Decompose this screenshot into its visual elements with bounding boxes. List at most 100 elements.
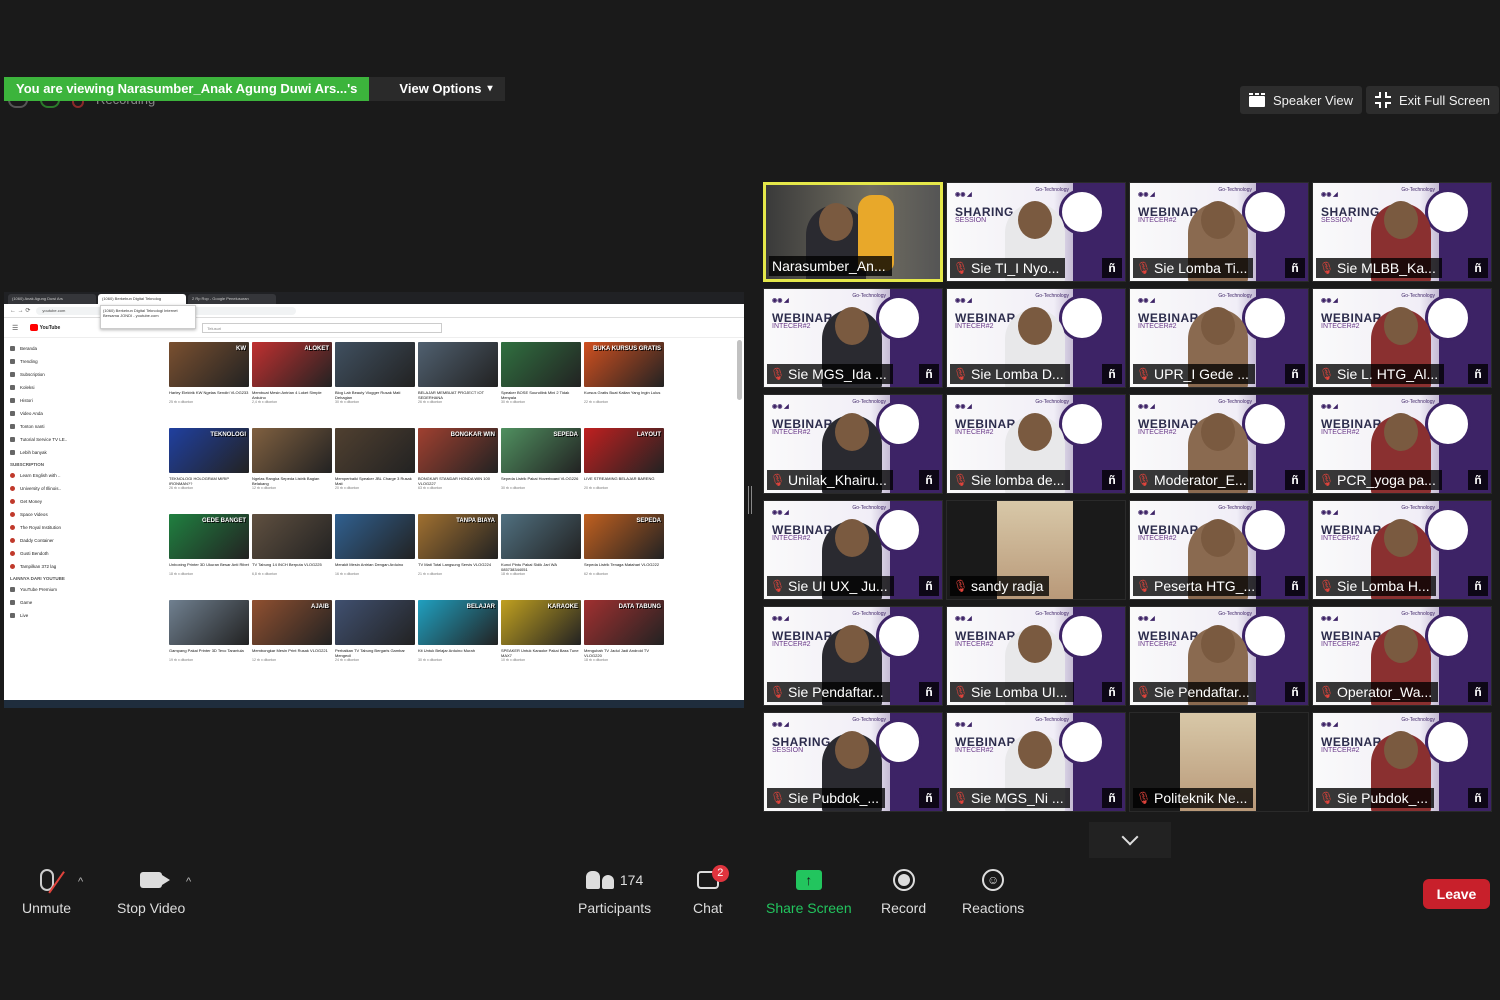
participant-tile[interactable]: ◉◉ ◢ Go-Technology SHARING SESSION 🎙︎ Sie MLB…: [1312, 182, 1492, 282]
subscription-item[interactable]: Gusti Bendoth: [10, 547, 78, 560]
video-card[interactable]: Speaker BOSE Soundlink Mini 2 Tidak Meny…: [501, 342, 581, 428]
video-thumbnail[interactable]: [501, 514, 581, 559]
participant-tile[interactable]: ◉◉ ◢ Go-Technology WEBINAR INTECER#2 🎙︎ Sie U…: [763, 500, 943, 600]
leave-button[interactable]: Leave: [1423, 879, 1490, 909]
participant-tile[interactable]: ◉◉ ◢ Go-Technology WEBINAR INTECER#2 🎙︎ Sie L…: [946, 288, 1126, 388]
video-thumbnail[interactable]: GEDE BANGET: [169, 514, 249, 559]
view-options-button[interactable]: View Options ▾: [369, 77, 505, 101]
subscription-item[interactable]: Get Money: [10, 495, 78, 508]
video-thumbnail[interactable]: BUKA KURSUS GRATIS: [584, 342, 664, 387]
video-options-caret-icon[interactable]: ^: [186, 876, 191, 888]
video-thumbnail[interactable]: TEKNOLOGI: [169, 428, 249, 473]
sidebar-item[interactable]: Subscription: [10, 368, 78, 381]
video-title[interactable]: BONGKAR STANDAR HONDA WIN 100 VLOG227: [418, 476, 498, 486]
menu-icon[interactable]: ☰: [12, 324, 18, 332]
sidebar-item[interactable]: Game: [10, 596, 78, 609]
record-button[interactable]: Record: [881, 866, 926, 916]
video-card[interactable]: BELAJAR Kit Untuk Belajar Arduino Murah 30…: [418, 600, 498, 686]
video-thumbnail[interactable]: SEPEDA: [584, 514, 664, 559]
video-card[interactable]: SEPEDA Sepeda Listrik Tenaga Matahari VLO…: [584, 514, 664, 600]
participant-tile[interactable]: ◉◉ ◢ Go-Technology WEBINAR INTECER#2 🎙︎ Sie P…: [1312, 712, 1492, 812]
video-thumbnail[interactable]: [335, 342, 415, 387]
youtube-logo[interactable]: YouTube: [30, 323, 60, 332]
video-thumbnail[interactable]: [169, 600, 249, 645]
split-divider-handle[interactable]: [748, 486, 752, 514]
video-thumbnail[interactable]: [335, 514, 415, 559]
video-card[interactable]: TV Tabung 14 INCH Berputa VLOG225 6,8 rb …: [252, 514, 332, 600]
video-card[interactable]: Merakit Mesin Antrian Dengan Arduino 16 r…: [335, 514, 415, 600]
video-card[interactable]: BUKA KURSUS GRATIS Kursus Gratis Buat Kal…: [584, 342, 664, 428]
video-title[interactable]: SPEAKER Untuk Karaoke Pakai Bass Tune MA…: [501, 648, 581, 658]
video-title[interactable]: LIVE STREAMING BELAJAR BARENG: [584, 476, 664, 486]
video-card[interactable]: GEDE BANGET Unboxing Printer 3D Ukuran Be…: [169, 514, 249, 600]
video-title[interactable]: Sepeda Listrik Pakai Hoverboard VLOG226: [501, 476, 581, 486]
video-thumbnail[interactable]: TANPA BIAYA: [418, 514, 498, 559]
video-card[interactable]: Perbaikan TV Tabung Bergaris Gambar Meng…: [335, 600, 415, 686]
reactions-button[interactable]: ☺ Reactions: [962, 866, 1024, 916]
video-card[interactable]: DATA TABUNG Mengubah TV Jadul Jadi Androi…: [584, 600, 664, 686]
video-thumbnail[interactable]: LAYOUT: [584, 428, 664, 473]
participants-button[interactable]: 174 Participants: [578, 866, 651, 916]
participant-tile[interactable]: ◉◉ ◢ Go-Technology WEBINAR INTECER#2 🎙︎ PCR_y…: [1312, 394, 1492, 494]
participant-tile[interactable]: ◉◉ ◢ Go-Technology SHARING SESSION 🎙︎ Sie TI_…: [946, 182, 1126, 282]
video-thumbnail[interactable]: [501, 342, 581, 387]
video-card[interactable]: BELAJAR MEMBUAT PROJECT IOT SEDERHANA 26 …: [418, 342, 498, 428]
browser-tab[interactable]: (1060) Anak Agung Duwi Ars: [8, 294, 96, 304]
participant-tile[interactable]: 🎙︎ Politeknik Ne...: [1129, 712, 1309, 812]
scrollbar[interactable]: [737, 340, 742, 400]
participant-tile[interactable]: ◉◉ ◢ Go-Technology WEBINAR INTECER#2 🎙︎ Unila…: [763, 394, 943, 494]
speaker-view-button[interactable]: Speaker View: [1240, 86, 1362, 114]
video-thumbnail[interactable]: ALOKET: [252, 342, 332, 387]
participant-tile[interactable]: ◉◉ ◢ Go-Technology WEBINAR INTECER#2 🎙︎ Sie L…: [1312, 288, 1492, 388]
video-thumbnail[interactable]: KARAOKE: [501, 600, 581, 645]
participant-tile[interactable]: ◉◉ ◢ Go-Technology WEBINAR INTECER#2 🎙︎ Sie P…: [1129, 606, 1309, 706]
video-thumbnail[interactable]: [252, 428, 332, 473]
video-card[interactable]: Kunci Pintu Pakai Sidik Jari WA 08573834…: [501, 514, 581, 600]
video-card[interactable]: Ngelas Rangka Sepeda Listrik Bagian Bela…: [252, 428, 332, 514]
video-thumbnail[interactable]: [335, 600, 415, 645]
video-title[interactable]: Sepeda Listrik Tenaga Matahari VLOG222: [584, 562, 664, 572]
exit-full-screen-button[interactable]: Exit Full Screen: [1366, 86, 1500, 114]
browser-tab[interactable]: 2 Rp Rcp - Google Penelusuran: [188, 294, 276, 304]
youtube-search-input[interactable]: Telusuri: [202, 322, 443, 333]
video-title[interactable]: Harley Elektrik KW Ngelas Sendiri VLOG23…: [169, 390, 249, 400]
video-thumbnail[interactable]: DATA TABUNG: [584, 600, 664, 645]
sidebar-item[interactable]: Video Anda: [10, 407, 78, 420]
video-thumbnail[interactable]: SEPEDA: [501, 428, 581, 473]
video-thumbnail[interactable]: BELAJAR: [418, 600, 498, 645]
gallery-next-page-button[interactable]: [1089, 822, 1171, 858]
participant-tile[interactable]: ◉◉ ◢ Go-Technology WEBINAR INTECER#2 🎙︎ Sie P…: [763, 606, 943, 706]
unmute-button[interactable]: Unmute: [22, 866, 71, 916]
video-card[interactable]: LAYOUT LIVE STREAMING BELAJAR BARENG 20 rb…: [584, 428, 664, 514]
video-title[interactable]: Ngelas Rangka Sepeda Listrik Bagian Bela…: [252, 476, 332, 486]
video-card[interactable]: TEKNOLOGI TEKNOLOGI HOLOGRAM MIRIP IRONMA…: [169, 428, 249, 514]
video-card[interactable]: TANPA BIAYA TV Mati Total Langsung Servis…: [418, 514, 498, 600]
sidebar-item[interactable]: Lebih banyak: [10, 446, 78, 459]
video-card[interactable]: SEPEDA Sepeda Listrik Pakai Hoverboard VL…: [501, 428, 581, 514]
video-title[interactable]: Kunci Pintu Pakai Sidik Jari WA 08573834…: [501, 562, 581, 572]
video-card[interactable]: KARAOKE SPEAKER Untuk Karaoke Pakai Bass …: [501, 600, 581, 686]
subscription-item[interactable]: Space Videos: [10, 508, 78, 521]
share-screen-button[interactable]: ↑ Share Screen: [766, 866, 852, 916]
participant-tile[interactable]: ◉◉ ◢ Go-Technology WEBINAR INTECER#2 🎙︎ Sie l…: [946, 394, 1126, 494]
participant-tile[interactable]: ◉◉ ◢ Go-Technology WEBINAR INTECER#2 🎙︎ Sie L…: [946, 606, 1126, 706]
participant-tile[interactable]: ◉◉ ◢ Go-Technology SHARING SESSION 🎙︎ Sie Pub…: [763, 712, 943, 812]
video-title[interactable]: Memperbaiki Speaker JBL Charge 3 Rusak M…: [335, 476, 415, 486]
video-title[interactable]: Mengubah TV Jadul Jadi Android TV VLOG22…: [584, 648, 664, 658]
sidebar-item[interactable]: Koleksi: [10, 381, 78, 394]
sidebar-item[interactable]: Tutorial Service TV LE..: [10, 433, 78, 446]
video-title[interactable]: TEKNOLOGI HOLOGRAM MIRIP IRONMAN??: [169, 476, 249, 486]
video-title[interactable]: Kit Untuk Belajar Arduino Murah: [418, 648, 498, 658]
participant-tile[interactable]: ◉◉ ◢ Go-Technology WEBINAR INTECER#2 🎙︎ Moder…: [1129, 394, 1309, 494]
video-title[interactable]: TV Tabung 14 INCH Berputa VLOG225: [252, 562, 332, 572]
subscription-item[interactable]: Tampilkan 372 lag: [10, 560, 78, 573]
nav-arrows-icon[interactable]: ← → ⟳: [10, 307, 30, 314]
video-card[interactable]: BONGKAR WIN BONGKAR STANDAR HONDA WIN 100…: [418, 428, 498, 514]
video-title[interactable]: Gampang Pakai Printer 3D Tevo Tarantula: [169, 648, 249, 658]
video-card[interactable]: Memperbaiki Speaker JBL Charge 3 Rusak M…: [335, 428, 415, 514]
participant-tile[interactable]: ◉◉ ◢ Go-Technology WEBINAR INTECER#2 🎙︎ Sie L…: [1312, 500, 1492, 600]
participant-tile[interactable]: ◉◉ ◢ Go-Technology WEBINAR INTECER#2 🎙︎ Peser…: [1129, 500, 1309, 600]
video-title[interactable]: Kursus Gratis Buat Kalian Yang Ingin Lul…: [584, 390, 664, 400]
video-card[interactable]: AJAIB Membongkar Mesin Print Rusak VLOG22…: [252, 600, 332, 686]
participant-tile[interactable]: ◉◉ ◢ Go-Technology WEBINAR INTECER#2 🎙︎ Sie L…: [1129, 182, 1309, 282]
